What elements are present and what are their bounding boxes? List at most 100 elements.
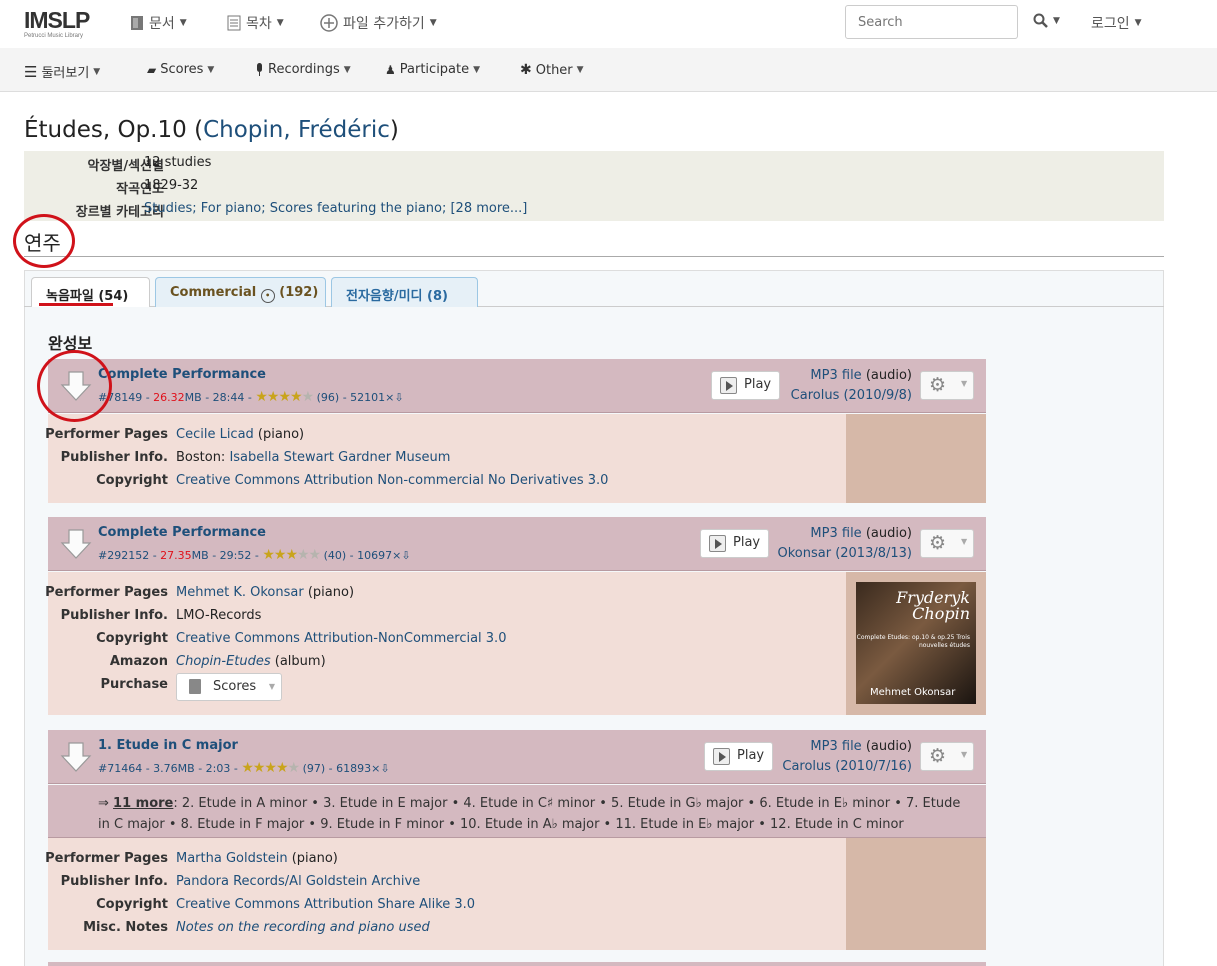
- hamburger-icon: ☰: [24, 62, 38, 81]
- search-input[interactable]: [845, 5, 1018, 39]
- detail-row: Misc. Notes Notes on the recording and pi…: [48, 920, 986, 940]
- detail-label: Purchase: [100, 677, 168, 692]
- detail-label: Copyright: [96, 897, 168, 912]
- download-arrow-icon[interactable]: [60, 528, 92, 560]
- caret-down-icon: ▼: [207, 64, 215, 75]
- rating-stars[interactable]: ★★★★★: [241, 760, 300, 776]
- microphone-icon: [257, 62, 262, 76]
- info-value: 1829-32: [144, 178, 199, 193]
- toc-menu[interactable]: 목차 ▼: [227, 13, 284, 33]
- detail-row: Purchase Scores ▼: [48, 673, 986, 701]
- uploader-link[interactable]: Carolus (2010/9/8): [791, 388, 912, 403]
- detail-row: Publisher Info. Boston: Isabella Stewart …: [48, 450, 986, 470]
- file-format-link[interactable]: MP3 file: [810, 739, 861, 754]
- play-label: Play: [744, 377, 772, 392]
- file-format-note: (audio): [861, 739, 912, 754]
- purchase-scores-button[interactable]: Scores ▼: [176, 673, 282, 701]
- detail-label: Publisher Info.: [60, 874, 168, 889]
- detail-label: Misc. Notes: [83, 920, 168, 935]
- genre-categories-link[interactable]: Studies; For piano; Scores featuring the…: [144, 201, 527, 216]
- recording-title-link[interactable]: Complete Performance: [98, 525, 266, 540]
- uploader-link[interactable]: Okonsar (2013/8/13): [777, 546, 912, 561]
- composer-link[interactable]: Chopin, Frédéric: [203, 117, 390, 143]
- performer-link[interactable]: Mehmet K. Okonsar: [176, 585, 304, 600]
- more-tracks-text: : 2. Etude in A minor • 3. Etude in E ma…: [98, 796, 961, 832]
- info-row: 악장별/섹션별 12 studies: [24, 155, 1164, 175]
- browse-menu[interactable]: ☰ 둘러보기 ▼: [24, 62, 100, 82]
- play-label: Play: [737, 748, 765, 763]
- play-button[interactable]: Play: [704, 742, 774, 771]
- section-divider: [24, 256, 1164, 257]
- copyright-link[interactable]: Creative Commons Attribution Non-commerc…: [176, 473, 608, 488]
- caret-down-icon: ▼: [1053, 15, 1060, 26]
- imslp-logo[interactable]: IMSLP Petrucci Music Library: [24, 8, 90, 40]
- login-menu[interactable]: 로그인 ▼: [1091, 13, 1142, 33]
- tab-commercial[interactable]: Commercial • (192): [155, 277, 326, 307]
- add-file-label: 파일 추가하기: [343, 16, 425, 32]
- copyright-link[interactable]: Creative Commons Attribution-NonCommerci…: [176, 631, 506, 646]
- performer-note: (piano): [303, 585, 355, 600]
- asterisk-icon: ✱: [520, 62, 532, 78]
- file-format-link[interactable]: MP3 file: [810, 368, 861, 383]
- work-title: Études, Op.10 (: [24, 117, 204, 143]
- caret-down-icon: ▼: [268, 682, 275, 691]
- recording-meta: #71464 - 3.76MB - 2:03 - ★★★★★ (97) - 61…: [98, 760, 390, 776]
- other-menu[interactable]: ✱ Other ▼: [520, 62, 584, 78]
- more-arrow: ⇒: [98, 796, 114, 811]
- other-label: Other: [535, 62, 573, 78]
- more-tracks-list: ⇒ 11 more: 2. Etude in A minor • 3. Etud…: [48, 785, 986, 838]
- recording-title-link[interactable]: Complete Performance: [98, 367, 266, 382]
- gear-menu-button[interactable]: ⚙ ▼: [920, 529, 974, 558]
- caret-down-icon: ▼: [961, 537, 968, 546]
- publisher-link[interactable]: Isabella Stewart Gardner Museum: [229, 450, 450, 465]
- play-button[interactable]: Play: [700, 529, 770, 558]
- tab-commercial-label: Commercial: [170, 285, 257, 300]
- rating-stars[interactable]: ★★★★★: [255, 389, 314, 405]
- search-options-button[interactable]: ▼: [1033, 13, 1060, 28]
- book-icon: ▰: [147, 62, 157, 77]
- recording-details: Performer Pages Cecile Licad (piano) Publ…: [45, 414, 986, 503]
- recording-card: Complete Performance #292152 - 27.35MB -…: [45, 517, 986, 715]
- document-icon: [131, 16, 143, 30]
- recordings-menu[interactable]: Recordings ▼: [255, 62, 351, 77]
- add-file-menu[interactable]: 파일 추가하기 ▼: [320, 13, 437, 33]
- scores-menu[interactable]: ▰ Scores ▼: [147, 62, 214, 77]
- publisher-link[interactable]: Pandora Records/Al Goldstein Archive: [176, 874, 420, 889]
- recording-header: Complete Performance #292152 - 27.35MB -…: [48, 517, 986, 571]
- copyright-link[interactable]: Creative Commons Attribution Share Alike…: [176, 897, 475, 912]
- play-button[interactable]: Play: [711, 371, 781, 400]
- tab-midi-label: 전자음향/미디 (8): [346, 289, 448, 304]
- misc-notes-link[interactable]: Notes on the recording and piano used: [176, 920, 430, 935]
- amazon-album-link[interactable]: Chopin-Etudes: [176, 654, 271, 669]
- title-close-paren: ): [389, 117, 399, 143]
- search-icon: [1033, 13, 1048, 28]
- secondary-navbar: ☰ 둘러보기 ▼ ▰ Scores ▼ Recordings ▼ ♟ Participate…: [0, 48, 1217, 92]
- tab-electronic-midi[interactable]: 전자음향/미디 (8): [331, 277, 478, 307]
- caret-down-icon: ▼: [961, 750, 968, 759]
- caret-down-icon: ▼: [576, 65, 584, 75]
- file-format-link[interactable]: MP3 file: [810, 526, 861, 541]
- recording-header: 1. Etude in C major #71464 - 3.76MB - 2:…: [48, 730, 986, 784]
- performer-link[interactable]: Martha Goldstein: [176, 851, 288, 866]
- person-icon: ♟: [385, 62, 396, 77]
- more-tracks-link[interactable]: 11 more: [113, 796, 173, 811]
- download-arrow-icon[interactable]: [60, 741, 92, 773]
- publisher-text: Boston:: [176, 450, 230, 465]
- participate-menu[interactable]: ♟ Participate ▼: [385, 62, 480, 77]
- file-format-info: MP3 file (audio) Carolus (2010/7/16): [782, 737, 912, 777]
- file-size: 26.32: [153, 391, 185, 404]
- gear-menu-button[interactable]: ⚙ ▼: [920, 742, 974, 771]
- caret-down-icon: ▼: [1134, 18, 1142, 28]
- file-id: #292152 -: [98, 549, 161, 562]
- gear-icon: ⚙: [929, 532, 947, 554]
- tab-commercial-count: (192): [279, 285, 319, 300]
- red-annotation-circle: [13, 214, 75, 268]
- browse-label: 둘러보기: [41, 66, 90, 81]
- uploader-link[interactable]: Carolus (2010/7/16): [782, 759, 912, 774]
- performer-link[interactable]: Cecile Licad: [176, 427, 254, 442]
- document-menu[interactable]: 문서 ▼: [130, 13, 187, 33]
- gear-menu-button[interactable]: ⚙ ▼: [920, 371, 974, 400]
- amazon-note: (album): [270, 654, 326, 669]
- recording-title-link[interactable]: 1. Etude in C major: [98, 738, 238, 753]
- rating-stars[interactable]: ★★★★★: [262, 547, 321, 563]
